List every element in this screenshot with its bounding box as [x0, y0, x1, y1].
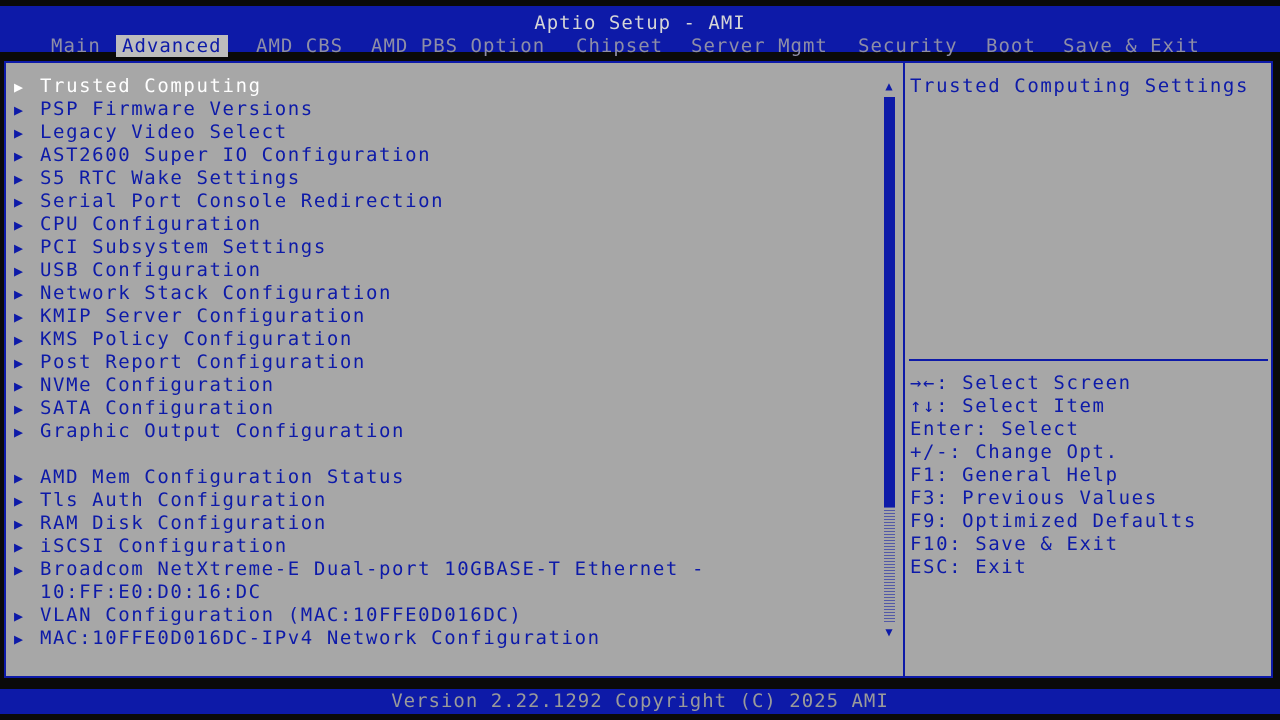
menu-item-sata-configuration[interactable]: ▶ SATA Configuration — [14, 397, 275, 420]
key-hint-f10: F10: Save & Exit — [910, 533, 1119, 555]
tab-save-exit[interactable]: Save & Exit — [1057, 35, 1206, 57]
submenu-arrow-icon: ▶ — [14, 308, 25, 326]
menu-item-psp-firmware-versions[interactable]: ▶ PSP Firmware Versions — [14, 98, 314, 121]
menu-item-label: MAC:10FFE0D016DC-IPv4 Network Configurat… — [40, 627, 601, 649]
menu-item-vlan-configuration[interactable]: ▶ VLAN Configuration (MAC:10FFE0D016DC) — [14, 604, 522, 627]
header-bar: Aptio Setup - AMI Main Advanced AMD CBS … — [0, 6, 1280, 57]
submenu-arrow-icon: ▶ — [14, 538, 25, 556]
submenu-arrow-icon: ▶ — [14, 170, 25, 188]
key-hint-enter: Enter: Select — [910, 418, 1080, 440]
submenu-arrow-icon: ▶ — [14, 469, 25, 487]
menu-item-cpu-configuration[interactable]: ▶ CPU Configuration — [14, 213, 262, 236]
scrollbar-thumb[interactable] — [884, 97, 895, 507]
scroll-down-arrow-icon[interactable]: ▼ — [882, 625, 896, 639]
menu-item-label: Network Stack Configuration — [40, 282, 393, 304]
submenu-arrow-icon: ▶ — [14, 492, 25, 510]
scroll-up-arrow-icon[interactable]: ▲ — [882, 79, 896, 93]
tab-security[interactable]: Security — [852, 35, 964, 57]
menu-item-ast2600-super-io[interactable]: ▶ AST2600 Super IO Configuration — [14, 144, 431, 167]
submenu-arrow-icon: ▶ — [14, 515, 25, 533]
menu-item-iscsi[interactable]: ▶ iSCSI Configuration — [14, 535, 288, 558]
menu-item-kms-policy[interactable]: ▶ KMS Policy Configuration — [14, 328, 353, 351]
menu-item-label: Tls Auth Configuration — [40, 489, 327, 511]
submenu-arrow-icon: ▶ — [14, 331, 25, 349]
menu-item-label: Legacy Video Select — [40, 121, 288, 143]
tab-chipset[interactable]: Chipset — [570, 35, 669, 57]
menu-item-label: PSP Firmware Versions — [40, 98, 314, 120]
menu-item-label: USB Configuration — [40, 259, 262, 281]
submenu-arrow-icon: ▶ — [14, 630, 25, 648]
tab-amd-cbs[interactable]: AMD CBS — [250, 35, 349, 57]
menu-item-nvme-configuration[interactable]: ▶ NVMe Configuration — [14, 374, 275, 397]
tab-boot[interactable]: Boot — [980, 35, 1042, 57]
menu-item-broadcom-mac-continuation: 10:FF:E0:D0:16:DC — [40, 581, 262, 603]
menu-item-ram-disk[interactable]: ▶ RAM Disk Configuration — [14, 512, 327, 535]
tab-server-mgmt[interactable]: Server Mgmt — [685, 35, 834, 57]
submenu-arrow-icon: ▶ — [14, 78, 25, 96]
help-text: Trusted Computing Settings — [910, 75, 1250, 97]
menu-item-kmip-server[interactable]: ▶ KMIP Server Configuration — [14, 305, 366, 328]
submenu-arrow-icon: ▶ — [14, 239, 25, 257]
menu-item-label: KMIP Server Configuration — [40, 305, 366, 327]
menu-item-label: Serial Port Console Redirection — [40, 190, 445, 212]
key-hint-f1: F1: General Help — [910, 464, 1119, 486]
menu-item-label: NVMe Configuration — [40, 374, 275, 396]
submenu-arrow-icon: ▶ — [14, 400, 25, 418]
menu-item-label: Post Report Configuration — [40, 351, 366, 373]
menu-item-label: Trusted Computing — [40, 75, 262, 97]
menu-item-usb-configuration[interactable]: ▶ USB Configuration — [14, 259, 262, 282]
menu-item-serial-port-console[interactable]: ▶ Serial Port Console Redirection — [14, 190, 444, 213]
key-hint-f3: F3: Previous Values — [910, 487, 1158, 509]
submenu-arrow-icon: ▶ — [14, 101, 25, 119]
help-separator — [909, 359, 1268, 361]
tab-main[interactable]: Main — [45, 35, 107, 57]
submenu-arrow-icon: ▶ — [14, 147, 25, 165]
menu-item-tls-auth[interactable]: ▶ Tls Auth Configuration — [14, 489, 327, 512]
menu-item-amd-mem-status[interactable]: ▶ AMD Mem Configuration Status — [14, 466, 405, 489]
menu-item-label: S5 RTC Wake Settings — [40, 167, 301, 189]
key-hint-change-opt: +/-: Change Opt. — [910, 441, 1119, 463]
menu-item-label: RAM Disk Configuration — [40, 512, 327, 534]
menu-item-pci-subsystem[interactable]: ▶ PCI Subsystem Settings — [14, 236, 327, 259]
submenu-arrow-icon: ▶ — [14, 377, 25, 395]
menu-item-label: AMD Mem Configuration Status — [40, 466, 406, 488]
submenu-arrow-icon: ▶ — [14, 216, 25, 234]
menu-item-ipv4-network[interactable]: ▶ MAC:10FFE0D016DC-IPv4 Network Configura… — [14, 627, 601, 650]
main-panel: ▶ Trusted Computing ▶ PSP Firmware Version… — [4, 61, 1273, 678]
submenu-arrow-icon: ▶ — [14, 262, 25, 280]
footer-bar: Version 2.22.1292 Copyright (C) 2025 AMI — [0, 689, 1280, 714]
key-hint-f9: F9: Optimized Defaults — [910, 510, 1197, 532]
menu-item-network-stack[interactable]: ▶ Network Stack Configuration — [14, 282, 392, 305]
submenu-arrow-icon: ▶ — [14, 423, 25, 441]
key-hint-select-screen: →←: Select Screen — [910, 372, 1132, 394]
submenu-arrow-icon: ▶ — [14, 285, 25, 303]
submenu-arrow-icon: ▶ — [14, 607, 25, 625]
menu-item-post-report[interactable]: ▶ Post Report Configuration — [14, 351, 366, 374]
submenu-arrow-icon: ▶ — [14, 354, 25, 372]
menu-item-label: VLAN Configuration (MAC:10FFE0D016DC) — [40, 604, 523, 626]
panel-divider — [903, 63, 905, 676]
menu-item-trusted-computing[interactable]: ▶ Trusted Computing — [14, 75, 262, 98]
tab-bar: Main Advanced AMD CBS AMD PBS Option Chi… — [0, 35, 1280, 57]
menu-item-graphic-output[interactable]: ▶ Graphic Output Configuration — [14, 420, 405, 443]
app-title: Aptio Setup - AMI — [534, 12, 746, 34]
submenu-arrow-icon: ▶ — [14, 561, 25, 579]
menu-item-label: Broadcom NetXtreme-E Dual-port 10GBASE-T… — [40, 558, 705, 580]
menu-item-label: AST2600 Super IO Configuration — [40, 144, 432, 166]
menu-item-legacy-video-select[interactable]: ▶ Legacy Video Select — [14, 121, 288, 144]
tab-amd-pbs-option[interactable]: AMD PBS Option — [365, 35, 551, 57]
menu-item-label: PCI Subsystem Settings — [40, 236, 327, 258]
menu-item-label: iSCSI Configuration — [40, 535, 288, 557]
submenu-arrow-icon: ▶ — [14, 124, 25, 142]
menu-item-broadcom-netxtreme[interactable]: ▶ Broadcom NetXtreme-E Dual-port 10GBASE-… — [14, 558, 705, 581]
key-hint-esc: ESC: Exit — [910, 556, 1028, 578]
key-hint-select-item: ↑↓: Select Item — [910, 395, 1106, 417]
menu-item-label: KMS Policy Configuration — [40, 328, 353, 350]
tab-advanced[interactable]: Advanced — [116, 35, 228, 57]
submenu-arrow-icon: ▶ — [14, 193, 25, 211]
menu-item-label: Graphic Output Configuration — [40, 420, 406, 442]
menu-item-label: SATA Configuration — [40, 397, 275, 419]
menu-item-label: CPU Configuration — [40, 213, 262, 235]
menu-item-s5-rtc-wake[interactable]: ▶ S5 RTC Wake Settings — [14, 167, 301, 190]
